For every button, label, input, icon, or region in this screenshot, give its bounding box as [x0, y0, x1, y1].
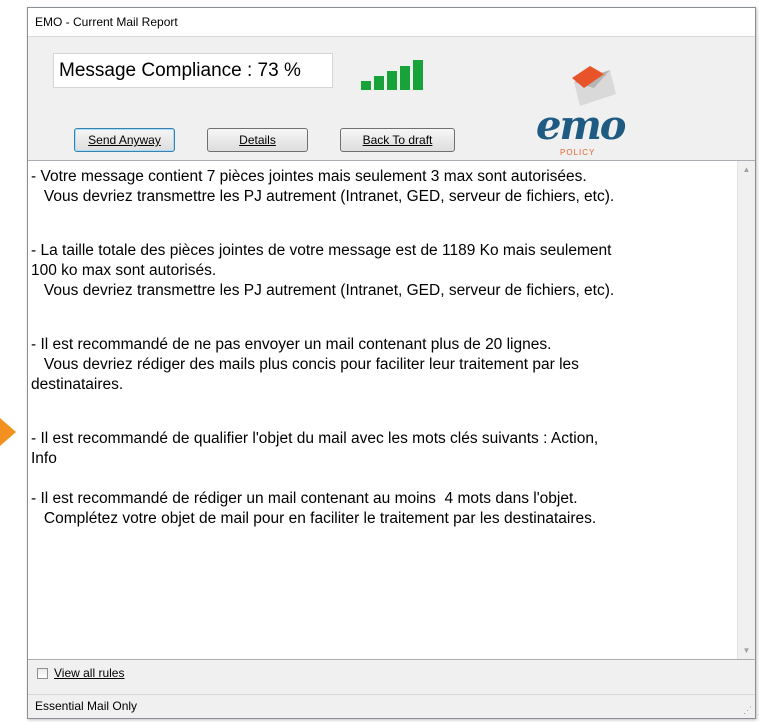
rules-report-textbox[interactable]: - Votre message contient 7 pièces jointe… [28, 160, 755, 660]
signal-bar [361, 81, 371, 90]
rule-message: - Votre message contient 7 pièces jointe… [31, 167, 731, 207]
signal-bar [413, 60, 423, 90]
report-window: EMO - Current Mail Report Message Compli… [27, 7, 756, 719]
messages-list: - Votre message contient 7 pièces jointe… [31, 167, 731, 529]
status-bar: Essential Mail Only ⋰ [28, 694, 755, 718]
vertical-scrollbar[interactable]: ▲ ▼ [737, 161, 755, 659]
resize-grip-icon[interactable]: ⋰ [743, 706, 752, 715]
compliance-label: Message Compliance : 73 % [59, 60, 301, 81]
status-text: Essential Mail Only [35, 699, 138, 713]
signal-strength-icon [361, 60, 441, 90]
view-all-rules-checkbox[interactable] [37, 668, 48, 679]
emo-policy-logo: emo POLICY [518, 62, 658, 157]
rule-message-line: - Votre message contient 7 pièces jointe… [31, 168, 587, 185]
rule-message-line: Complétez votre objet de mail pour en fa… [31, 510, 597, 527]
logo-tagline: POLICY [560, 148, 596, 157]
compliance-field: Message Compliance : 73 % [53, 53, 333, 88]
rule-message: - Il est recommandé de ne pas envoyer un… [31, 335, 731, 395]
rule-message-line: - Il est recommandé de ne pas envoyer un… [31, 336, 552, 353]
rule-message-line: Vous devriez rédiger des mails plus conc… [31, 356, 579, 373]
logo-word: emo [536, 102, 626, 149]
view-all-rules-label[interactable]: View all rules [54, 666, 124, 680]
rule-message-line: destinataires. [31, 376, 124, 393]
signal-bar [400, 66, 410, 90]
rule-message: - La taille totale des pièces jointes de… [31, 241, 731, 301]
rule-message: - Il est recommandé de rédiger un mail c… [31, 489, 731, 529]
rule-message: - Il est recommandé de qualifier l'objet… [31, 429, 731, 469]
details-button[interactable]: Details [207, 128, 308, 152]
signal-bar [387, 71, 397, 90]
rule-message-line: Vous devriez transmettre les PJ autremen… [31, 282, 615, 299]
signal-bar [374, 76, 384, 90]
title-bar[interactable]: EMO - Current Mail Report [28, 8, 755, 37]
scroll-up-arrow-icon[interactable]: ▲ [738, 161, 755, 178]
rule-message-line: - Il est recommandé de qualifier l'objet… [31, 430, 599, 447]
window-title: EMO - Current Mail Report [35, 15, 178, 29]
rule-message-line: - Il est recommandé de rédiger un mail c… [31, 490, 578, 507]
rule-message-line: 100 ko max sont autorisés. [31, 262, 217, 279]
send-anyway-button[interactable]: Send Anyway [74, 128, 175, 152]
back-to-draft-button[interactable]: Back To draft [340, 128, 455, 152]
orange-pointer-arrow-icon [0, 418, 16, 446]
rule-message-line: Vous devriez transmettre les PJ autremen… [31, 188, 615, 205]
view-all-rules-row: View all rules [28, 660, 755, 687]
rule-message-line: Info [31, 450, 57, 467]
scroll-down-arrow-icon[interactable]: ▼ [738, 642, 755, 659]
rule-message-line: - La taille totale des pièces jointes de… [31, 242, 612, 259]
